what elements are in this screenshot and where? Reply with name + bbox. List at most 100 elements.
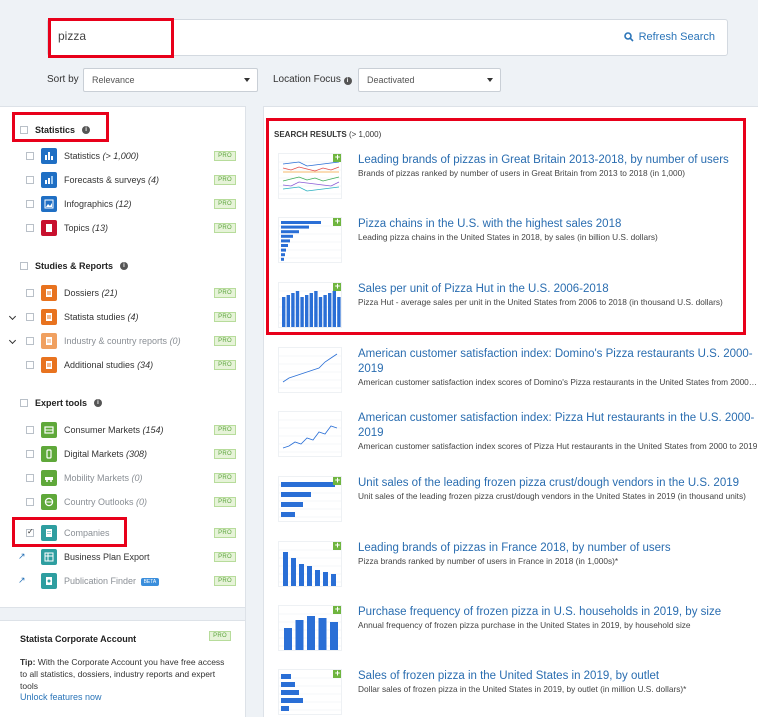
- location-select[interactable]: Deactivated: [358, 68, 501, 92]
- filter-companies[interactable]: Companies PRO: [26, 524, 236, 542]
- filter-forecasts[interactable]: Forecasts & surveys (4) PRO: [26, 171, 236, 189]
- checkbox[interactable]: [26, 474, 34, 482]
- checkbox[interactable]: [26, 289, 34, 297]
- result-item[interactable]: American customer satisfaction index: Do…: [278, 347, 758, 407]
- checkbox[interactable]: [26, 337, 34, 345]
- corporate-account-tip: Tip: With the Corporate Account you have…: [20, 657, 225, 691]
- section-studies[interactable]: Studies & Reports i: [20, 261, 129, 271]
- plus-icon[interactable]: +: [333, 477, 341, 485]
- checkbox[interactable]: [26, 498, 34, 506]
- checkbox[interactable]: [26, 313, 34, 321]
- publication-icon: [41, 573, 57, 589]
- result-item[interactable]: + Purchase frequency of frozen pizza in U…: [278, 605, 758, 665]
- unlock-features-link[interactable]: Unlock features now: [20, 692, 102, 702]
- result-item[interactable]: American customer satisfaction index: Pi…: [278, 411, 758, 471]
- result-title-link[interactable]: Purchase frequency of frozen pizza in U.…: [358, 605, 758, 620]
- checkbox-checked[interactable]: [26, 527, 34, 537]
- topic-page-icon: [41, 220, 57, 236]
- filter-infographics[interactable]: Infographics (12) PRO: [26, 195, 236, 213]
- checkbox[interactable]: [20, 399, 28, 407]
- info-icon[interactable]: i: [82, 126, 91, 134]
- chevron-down-icon: [244, 78, 250, 82]
- result-thumbnail[interactable]: +: [278, 605, 342, 651]
- result-thumbnail[interactable]: [278, 411, 342, 457]
- info-icon[interactable]: i: [94, 399, 103, 407]
- result-item[interactable]: + Leading brands of pizzas in France 2018…: [278, 541, 758, 601]
- pro-badge: PRO: [214, 223, 236, 233]
- result-title-link[interactable]: American customer satisfaction index: Do…: [358, 347, 758, 377]
- search-box[interactable]: Refresh Search: [47, 19, 728, 56]
- sort-select[interactable]: Relevance: [83, 68, 258, 92]
- pro-badge: PRO: [214, 360, 236, 370]
- filter-additional-studies[interactable]: Additional studies (34) PRO: [26, 356, 236, 374]
- section-expert-tools[interactable]: Expert tools i: [20, 398, 103, 408]
- info-icon[interactable]: i: [343, 77, 352, 85]
- result-title-link[interactable]: Leading brands of pizzas in Great Britai…: [358, 153, 758, 168]
- result-thumbnail[interactable]: +: [278, 541, 342, 587]
- checkbox[interactable]: [26, 361, 34, 369]
- corporate-account-title: Statista Corporate Account: [20, 634, 137, 644]
- chevron-down-icon[interactable]: [8, 336, 17, 345]
- info-icon[interactable]: i: [120, 262, 129, 270]
- building-icon: [41, 525, 57, 541]
- result-item[interactable]: + Unit sales of the leading frozen pizza …: [278, 476, 758, 536]
- result-item[interactable]: + Sales of frozen pizza in the United Sta…: [278, 669, 758, 717]
- result-item[interactable]: + Sales per unit of Pizza Hut in the U.S.…: [278, 282, 758, 342]
- result-thumbnail[interactable]: +: [278, 669, 342, 715]
- checkbox[interactable]: [26, 200, 34, 208]
- result-title-link[interactable]: Sales of frozen pizza in the United Stat…: [358, 669, 758, 684]
- result-description: Leading pizza chains in the United State…: [358, 232, 658, 242]
- plus-icon[interactable]: +: [333, 154, 341, 162]
- plus-icon[interactable]: +: [333, 542, 341, 550]
- external-link-icon[interactable]: ↗: [18, 575, 26, 586]
- result-title-link[interactable]: American customer satisfaction index: Pi…: [358, 411, 758, 441]
- chevron-down-icon[interactable]: [8, 312, 17, 321]
- search-results-header: SEARCH RESULTS (> 1,000): [274, 130, 382, 139]
- external-link-icon[interactable]: ↗: [18, 551, 26, 562]
- result-title-link[interactable]: Leading brands of pizzas in France 2018,…: [358, 541, 758, 556]
- result-item[interactable]: + Leading brands of pizzas in Great Brita…: [278, 153, 758, 213]
- checkbox[interactable]: [26, 426, 34, 434]
- result-title-link[interactable]: Pizza chains in the U.S. with the highes…: [358, 217, 758, 232]
- result-title-link[interactable]: Sales per unit of Pizza Hut in the U.S. …: [358, 282, 758, 297]
- filter-consumer-markets[interactable]: Consumer Markets (154) PRO: [26, 421, 236, 439]
- result-item[interactable]: + Pizza chains in the U.S. with the highe…: [278, 217, 758, 277]
- plus-icon[interactable]: +: [333, 606, 341, 614]
- filter-digital-markets[interactable]: Digital Markets (308) PRO: [26, 445, 236, 463]
- filter-mobility-markets[interactable]: Mobility Markets (0) PRO: [26, 469, 236, 487]
- result-thumbnail[interactable]: +: [278, 282, 342, 328]
- filter-statista-studies[interactable]: Statista studies (4) PRO: [8, 308, 236, 326]
- result-description: Brands of pizzas ranked by number of use…: [358, 168, 685, 178]
- filter-statistics[interactable]: Statistics (> 1,000) PRO: [26, 147, 236, 165]
- refresh-search-button[interactable]: Refresh Search: [623, 31, 715, 43]
- plus-icon[interactable]: +: [333, 670, 341, 678]
- plus-icon[interactable]: +: [333, 283, 341, 291]
- result-thumbnail[interactable]: +: [278, 476, 342, 522]
- beta-badge: BETA: [140, 578, 160, 586]
- thumbnail-chart: [279, 419, 341, 453]
- checkbox[interactable]: [20, 262, 28, 270]
- document-icon: [41, 285, 57, 301]
- pro-badge: PRO: [209, 631, 231, 641]
- result-thumbnail[interactable]: [278, 347, 342, 393]
- result-title-link[interactable]: Unit sales of the leading frozen pizza c…: [358, 476, 758, 491]
- cart-icon: [41, 422, 57, 438]
- checkbox[interactable]: [26, 152, 34, 160]
- checkbox[interactable]: [26, 224, 34, 232]
- search-input[interactable]: [58, 29, 358, 43]
- result-thumbnail[interactable]: +: [278, 153, 342, 199]
- checkbox[interactable]: [26, 176, 34, 184]
- bar-chart-icon: [41, 148, 57, 164]
- filter-country-outlooks[interactable]: Country Outlooks (0) PRO: [26, 493, 236, 511]
- checkbox[interactable]: [20, 126, 28, 134]
- filter-topics[interactable]: Topics (13) PRO: [26, 219, 236, 237]
- filter-dossiers[interactable]: Dossiers (21) PRO: [26, 284, 236, 302]
- plus-icon[interactable]: +: [333, 218, 341, 226]
- filter-industry-reports[interactable]: Industry & country reports (0) PRO: [8, 332, 236, 350]
- section-statistics[interactable]: Statistics i: [20, 125, 91, 135]
- result-thumbnail[interactable]: +: [278, 217, 342, 263]
- filter-business-plan-export[interactable]: ↗ Business Plan Export PRO: [18, 548, 236, 566]
- filter-publication-finder[interactable]: ↗ Publication Finder BETA PRO: [18, 572, 236, 590]
- chevron-down-icon: [487, 78, 493, 82]
- checkbox[interactable]: [26, 450, 34, 458]
